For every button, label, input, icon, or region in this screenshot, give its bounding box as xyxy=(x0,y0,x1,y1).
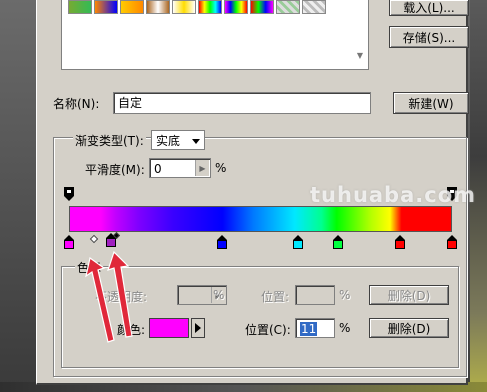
save-button[interactable]: 存储(S)... xyxy=(389,26,469,48)
color-stop[interactable] xyxy=(64,235,74,249)
location-label: 位置(C): xyxy=(245,323,291,337)
location-value: 11 xyxy=(300,322,318,336)
color-label: 颜色: xyxy=(117,323,146,337)
smoothness-field[interactable]: 0 ▶ xyxy=(149,158,211,178)
load-button[interactable]: 载入(L)... xyxy=(389,0,469,16)
preset-swatch[interactable] xyxy=(172,0,196,14)
name-label: 名称(N): xyxy=(53,97,100,111)
opacity-stop-left[interactable] xyxy=(64,187,74,201)
name-field[interactable]: 自定 xyxy=(113,92,371,114)
gradient-type-select[interactable]: 实底 xyxy=(151,130,205,150)
preset-swatch[interactable] xyxy=(94,0,118,14)
scroll-down-icon[interactable]: ▼ xyxy=(352,48,368,64)
chevron-down-icon xyxy=(192,139,200,144)
color-stop[interactable] xyxy=(333,235,343,249)
spin-arrow-icon[interactable]: ▶ xyxy=(195,160,209,176)
delete-opacity-button: 删除(D) xyxy=(369,285,449,305)
opacity-location-unit: % xyxy=(339,288,351,302)
color-stop[interactable] xyxy=(395,235,405,249)
gradient-type-value: 实底 xyxy=(156,134,181,148)
preset-swatch[interactable] xyxy=(120,0,144,14)
new-button[interactable]: 新建(W) xyxy=(393,92,469,114)
gradient-bar[interactable] xyxy=(69,206,452,232)
color-menu-arrow-icon[interactable] xyxy=(191,318,205,338)
stops-group-title: 色标 xyxy=(75,259,104,276)
gradient-type-label: 渐变类型(T): xyxy=(73,132,146,149)
preset-swatch[interactable] xyxy=(250,0,274,14)
preset-swatch[interactable] xyxy=(276,0,300,14)
smoothness-value: 0 xyxy=(154,162,162,176)
location-field[interactable]: 11 xyxy=(295,318,335,338)
stops-group-frame xyxy=(61,266,459,368)
opacity-location-label: 位置: xyxy=(261,290,290,304)
presets-panel: ▼ xyxy=(61,0,369,70)
smoothness-unit: % xyxy=(215,161,227,175)
opacity-location-field xyxy=(295,285,335,305)
preset-swatch[interactable] xyxy=(198,0,222,14)
preset-swatch[interactable] xyxy=(224,0,248,14)
color-stop[interactable] xyxy=(447,235,457,249)
location-unit: % xyxy=(339,321,351,335)
opacity-unit: % xyxy=(213,288,225,302)
color-stop[interactable] xyxy=(293,235,303,249)
preset-swatch[interactable] xyxy=(146,0,170,14)
delete-color-button[interactable]: 删除(D) xyxy=(369,318,449,338)
watermark: tuhuaba.com xyxy=(310,183,476,207)
preset-swatch[interactable] xyxy=(302,0,326,14)
opacity-label: 不透明度: xyxy=(95,290,148,304)
smoothness-label: 平滑度(M): xyxy=(85,163,145,177)
stop-color-swatch[interactable] xyxy=(149,318,189,338)
preset-swatch[interactable] xyxy=(68,0,92,14)
color-stop[interactable] xyxy=(217,235,227,249)
